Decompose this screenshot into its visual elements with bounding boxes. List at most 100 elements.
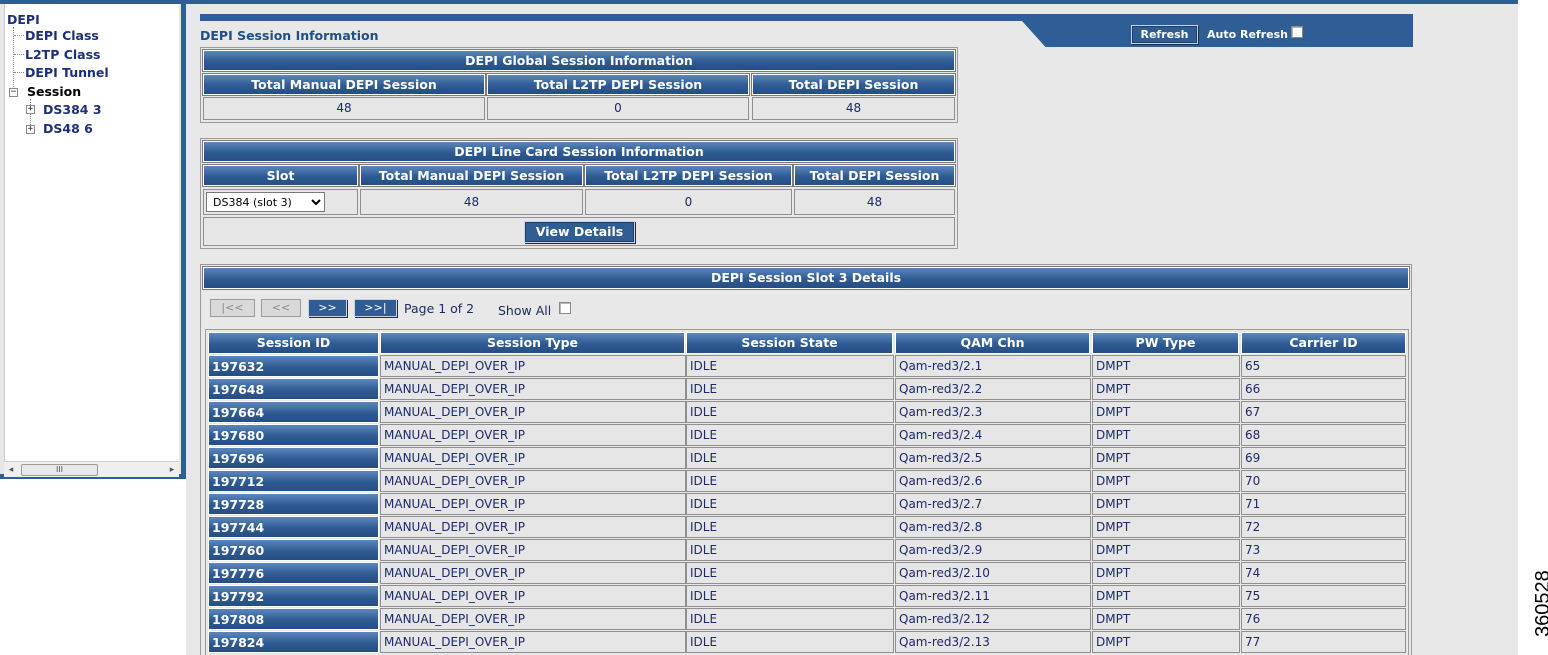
cell-session-state: IDLE xyxy=(686,585,894,607)
auto-refresh-checkbox[interactable] xyxy=(1291,26,1303,38)
cell-qam-chn: Qam-red3/2.8 xyxy=(895,516,1091,538)
cell-qam-chn: Qam-red3/2.11 xyxy=(895,585,1091,607)
tree-connector xyxy=(14,72,24,73)
global-session-title: DEPI Global Session Information xyxy=(202,49,956,72)
cell-session-id[interactable]: 197696 xyxy=(208,447,379,469)
cell-session-id[interactable]: 197792 xyxy=(208,585,379,607)
cell-session-id[interactable]: 197680 xyxy=(208,424,379,446)
col-header-session-id[interactable]: Session ID xyxy=(208,332,379,354)
tree-container: DEPI DEPI Class L2TP Class DEPI Tunnel −… xyxy=(4,4,179,474)
table-row[interactable]: 197728 MANUAL_DEPI_OVER_IP IDLE Qam-red3/2.… xyxy=(208,493,1406,516)
col-header-session-type[interactable]: Session Type xyxy=(380,332,685,354)
cell-session-id[interactable]: 197632 xyxy=(208,355,379,377)
linecard-total-value: 48 xyxy=(794,189,955,215)
cell-pw-type: DMPT xyxy=(1092,562,1240,584)
col-header-pw-type[interactable]: PW Type xyxy=(1092,332,1239,354)
table-row[interactable]: 197744 MANUAL_DEPI_OVER_IP IDLE Qam-red3/2.… xyxy=(208,516,1406,539)
scroll-thumb[interactable]: III xyxy=(21,464,98,476)
last-page-button[interactable]: >>| xyxy=(354,299,397,317)
table-row[interactable]: 197648 MANUAL_DEPI_OVER_IP IDLE Qam-red3/2.… xyxy=(208,378,1406,401)
page-title: DEPI Session Information xyxy=(200,28,379,43)
title-bar xyxy=(200,14,1413,21)
page-margin xyxy=(1518,0,1548,655)
scroll-left-icon[interactable]: ◂ xyxy=(6,464,16,476)
cell-carrier-id: 66 xyxy=(1241,378,1406,400)
expand-icon[interactable]: + xyxy=(26,125,35,134)
cell-carrier-id: 69 xyxy=(1241,447,1406,469)
cell-session-type: MANUAL_DEPI_OVER_IP xyxy=(380,401,686,423)
table-row[interactable]: 197792 MANUAL_DEPI_OVER_IP IDLE Qam-red3/2.… xyxy=(208,585,1406,608)
tree-item-ds384-3[interactable]: DS384 3 xyxy=(43,102,102,117)
cell-qam-chn: Qam-red3/2.6 xyxy=(895,470,1091,492)
linecard-col-manual: Total Manual DEPI Session xyxy=(359,164,584,187)
table-row[interactable]: 197680 MANUAL_DEPI_OVER_IP IDLE Qam-red3/2.… xyxy=(208,424,1406,447)
linecard-l2tp-value: 0 xyxy=(585,189,792,215)
tree-item-ds48-6[interactable]: DS48 6 xyxy=(43,121,93,136)
cell-session-id[interactable]: 197776 xyxy=(208,562,379,584)
collapse-icon[interactable]: − xyxy=(9,88,18,97)
slot-select[interactable]: DS384 (slot 3) xyxy=(206,192,325,212)
cell-pw-type: DMPT xyxy=(1092,355,1240,377)
auto-refresh-label: Auto Refresh xyxy=(1207,28,1288,41)
cell-session-type: MANUAL_DEPI_OVER_IP xyxy=(380,470,686,492)
cell-session-id[interactable]: 197808 xyxy=(208,608,379,630)
cell-carrier-id: 68 xyxy=(1241,424,1406,446)
cell-session-id[interactable]: 197712 xyxy=(208,470,379,492)
refresh-button[interactable]: Refresh xyxy=(1131,25,1198,44)
linecard-session-title: DEPI Line Card Session Information xyxy=(202,140,956,163)
cell-session-state: IDLE xyxy=(686,470,894,492)
cell-session-state: IDLE xyxy=(686,562,894,584)
tree-item-l2tp-class[interactable]: L2TP Class xyxy=(25,47,100,62)
expand-icon[interactable]: + xyxy=(26,105,35,114)
col-header-qam-chn[interactable]: QAM Chn xyxy=(895,332,1090,354)
session-details-title: DEPI Session Slot 3 Details xyxy=(202,266,1410,290)
tree-root-depi[interactable]: DEPI xyxy=(7,12,40,27)
cell-pw-type: DMPT xyxy=(1092,401,1240,423)
table-row[interactable]: 197808 MANUAL_DEPI_OVER_IP IDLE Qam-red3/2.… xyxy=(208,608,1406,631)
tree-horizontal-scrollbar[interactable]: ◂ III ▸ xyxy=(4,461,179,477)
page-indicator: Page 1 of 2 xyxy=(404,301,475,316)
table-row[interactable]: 197712 MANUAL_DEPI_OVER_IP IDLE Qam-red3/2.… xyxy=(208,470,1406,493)
table-row[interactable]: 197824 MANUAL_DEPI_OVER_IP IDLE Qam-red3/2.… xyxy=(208,631,1406,654)
table-row[interactable]: 197760 MANUAL_DEPI_OVER_IP IDLE Qam-red3/2.… xyxy=(208,539,1406,562)
cell-session-type: MANUAL_DEPI_OVER_IP xyxy=(380,355,686,377)
scroll-right-icon[interactable]: ▸ xyxy=(167,464,177,476)
tree-item-session[interactable]: Session xyxy=(25,84,84,99)
cell-session-id[interactable]: 197728 xyxy=(208,493,379,515)
cell-session-id[interactable]: 197648 xyxy=(208,378,379,400)
cell-qam-chn: Qam-red3/2.3 xyxy=(895,401,1091,423)
next-page-button[interactable]: >> xyxy=(308,299,347,317)
linecard-col-total: Total DEPI Session xyxy=(793,164,956,187)
cell-pw-type: DMPT xyxy=(1092,493,1240,515)
cell-session-id[interactable]: 197744 xyxy=(208,516,379,538)
table-row[interactable]: 197632 MANUAL_DEPI_OVER_IP IDLE Qam-red3/2.… xyxy=(208,355,1406,378)
cell-carrier-id: 73 xyxy=(1241,539,1406,561)
cell-pw-type: DMPT xyxy=(1092,516,1240,538)
tree-item-depi-class[interactable]: DEPI Class xyxy=(25,28,99,43)
cell-session-id[interactable]: 197824 xyxy=(208,631,379,653)
tree-connector xyxy=(14,54,24,55)
cell-session-type: MANUAL_DEPI_OVER_IP xyxy=(380,447,686,469)
table-row[interactable]: 197664 MANUAL_DEPI_OVER_IP IDLE Qam-red3/2.… xyxy=(208,401,1406,424)
show-all-label: Show All xyxy=(498,303,552,318)
cell-session-state: IDLE xyxy=(686,355,894,377)
cell-carrier-id: 74 xyxy=(1241,562,1406,584)
figure-id-label: 360528 xyxy=(1532,570,1548,637)
cell-carrier-id: 67 xyxy=(1241,401,1406,423)
cell-session-id[interactable]: 197760 xyxy=(208,539,379,561)
cell-session-state: IDLE xyxy=(686,424,894,446)
cell-qam-chn: Qam-red3/2.10 xyxy=(895,562,1091,584)
show-all-checkbox[interactable] xyxy=(559,302,571,314)
navigation-tree-panel: DEPI DEPI Class L2TP Class DEPI Tunnel −… xyxy=(0,0,186,479)
tree-item-depi-tunnel[interactable]: DEPI Tunnel xyxy=(25,65,109,80)
col-header-carrier-id[interactable]: Carrier ID xyxy=(1241,332,1406,354)
prev-page-button[interactable]: << xyxy=(261,299,301,317)
table-row[interactable]: 197696 MANUAL_DEPI_OVER_IP IDLE Qam-red3/2.… xyxy=(208,447,1406,470)
first-page-button[interactable]: |<< xyxy=(210,299,255,317)
view-details-button[interactable]: View Details xyxy=(524,221,635,243)
table-row[interactable]: 197776 MANUAL_DEPI_OVER_IP IDLE Qam-red3/2.… xyxy=(208,562,1406,585)
col-header-session-state[interactable]: Session State xyxy=(686,332,893,354)
cell-qam-chn: Qam-red3/2.1 xyxy=(895,355,1091,377)
cell-pw-type: DMPT xyxy=(1092,470,1240,492)
cell-session-id[interactable]: 197664 xyxy=(208,401,379,423)
